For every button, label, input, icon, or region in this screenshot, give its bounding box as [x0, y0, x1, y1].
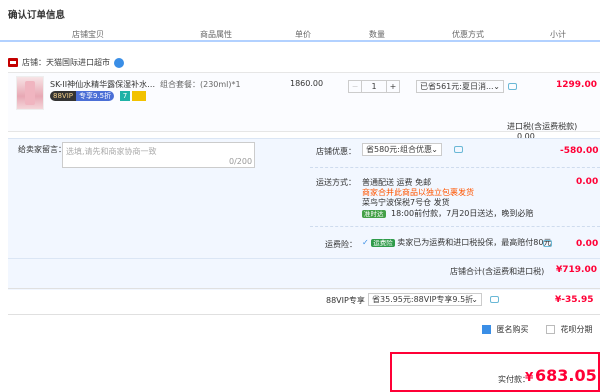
vip88-discount: ¥-35.95: [555, 295, 594, 305]
promo-info-icon[interactable]: [508, 83, 517, 90]
column-header-row: 店铺宝贝 商品属性 单价 数量 优惠方式 小计: [0, 28, 600, 42]
shipping-cost: 0.00: [576, 177, 599, 187]
on-time-row: 准时达 18:00前付款，7月20日送达，晚到必赔: [362, 208, 533, 219]
message-textarea[interactable]: 选填,请先和商家协商一致: [62, 142, 255, 168]
on-time-text: 18:00前付款，7月20日送达，晚到必赔: [391, 209, 534, 218]
anonymous-label: 匿名购买: [496, 325, 529, 334]
final-amount: 683.05: [535, 366, 597, 385]
checkmark-icon: ✓: [362, 238, 369, 247]
unit-price: 1860.00: [290, 79, 324, 88]
insurance-text: 卖家已为运费和进口税投保，最高赔付80元: [397, 238, 552, 247]
shipping-label: 运送方式：: [316, 178, 356, 187]
divider: [310, 167, 600, 168]
vip88-info-icon[interactable]: [490, 296, 499, 303]
seven-day-return-icon: 7: [120, 91, 130, 101]
divider: [8, 314, 600, 315]
final-currency: ¥: [525, 370, 534, 384]
chevron-down-icon: ⌄: [493, 82, 500, 91]
shop-total-value: ¥719.00: [556, 265, 597, 275]
shop-total-label: 店铺合计(含运费和进口税): [450, 267, 545, 276]
vip-badge-right: 专享9.5折: [75, 91, 115, 101]
vip88-select[interactable]: 省35.95元:88VIP专享9.5折 ⌄: [368, 293, 482, 306]
message-label: 给卖家留言：: [18, 145, 66, 154]
insurance-tag: 运费险: [371, 239, 395, 247]
discount-info-icon[interactable]: [454, 146, 463, 153]
product-attribute: 组合套餐：(230ml)*1: [160, 80, 241, 89]
qty-input[interactable]: 1: [362, 80, 386, 93]
store-icon: [8, 58, 18, 67]
divider: [310, 226, 600, 227]
shop-label: 店铺：: [22, 58, 46, 67]
col-header-qty: 数量: [369, 30, 385, 39]
insurance-label: 运费险：: [325, 240, 357, 249]
shop-row: 店铺： 天猫国际进口超市: [8, 57, 124, 68]
vip88-label: 88VIP专享: [326, 296, 365, 305]
warehouse-info: 菜鸟宁波保税7号仓 发货: [362, 198, 450, 207]
col-header-item: 店铺宝贝: [72, 30, 104, 39]
shop-discount-select[interactable]: 省580元:组合优惠 ⌄: [362, 143, 442, 156]
vip-badge: 88VIP 专享9.5折: [50, 91, 115, 101]
col-header-promo: 优惠方式: [452, 30, 484, 39]
page-title: 确认订单信息: [8, 10, 66, 21]
divider: [8, 258, 600, 259]
huabei-checkbox[interactable]: [546, 325, 555, 334]
qty-plus-button[interactable]: +: [386, 80, 400, 93]
import-tax-label: 进口税(含运费税款): [507, 122, 578, 131]
product-name-link[interactable]: SK-II神仙水精华露保湿补水青...: [50, 79, 160, 90]
divider: [8, 288, 600, 289]
qty-minus-button[interactable]: −: [348, 80, 362, 93]
service-badge-icon: [132, 91, 146, 101]
quantity-stepper: − 1 +: [348, 80, 400, 93]
on-time-badge: 准时达: [362, 210, 386, 218]
vip88-select-value: 省35.95元:88VIP专享9.5折: [372, 295, 474, 304]
insurance-info-icon[interactable]: [543, 240, 552, 247]
final-payment-box: 实付款： ¥ 683.05: [390, 352, 600, 392]
item-subtotal: 1299.00: [556, 80, 597, 90]
chevron-down-icon: ⌄: [471, 295, 478, 304]
message-char-count: 0/200: [229, 157, 253, 166]
vip-badge-left: 88VIP: [50, 91, 76, 101]
huabei-option[interactable]: 花呗分期: [546, 324, 593, 335]
huabei-label: 花呗分期: [560, 325, 593, 334]
shop-discount-value: 省580元:组合优惠: [366, 145, 432, 154]
shop-discount-amount: -580.00: [560, 146, 599, 156]
anonymous-option[interactable]: 匿名购买: [482, 324, 529, 335]
col-header-price: 单价: [295, 30, 311, 39]
promo-select[interactable]: 已省561元:夏日消... ⌄: [416, 80, 504, 93]
chevron-down-icon: ⌄: [431, 145, 438, 154]
insurance-row: ✓ 运费险 卖家已为运费和进口税投保，最高赔付80元: [362, 237, 551, 248]
chat-icon[interactable]: [114, 57, 124, 68]
col-header-subtotal: 小计: [550, 30, 566, 39]
product-thumbnail[interactable]: [16, 76, 44, 110]
promo-select-value: 已省561元:夏日消...: [420, 82, 494, 91]
shop-discount-label: 店铺优惠：: [316, 147, 356, 156]
message-placeholder: 选填,请先和商家协商一致: [66, 147, 157, 156]
insurance-cost: 0.00: [576, 239, 599, 249]
shop-name-link[interactable]: 天猫国际进口超市: [46, 57, 110, 68]
col-header-attr: 商品属性: [200, 30, 232, 39]
anonymous-checkbox[interactable]: [482, 325, 491, 334]
